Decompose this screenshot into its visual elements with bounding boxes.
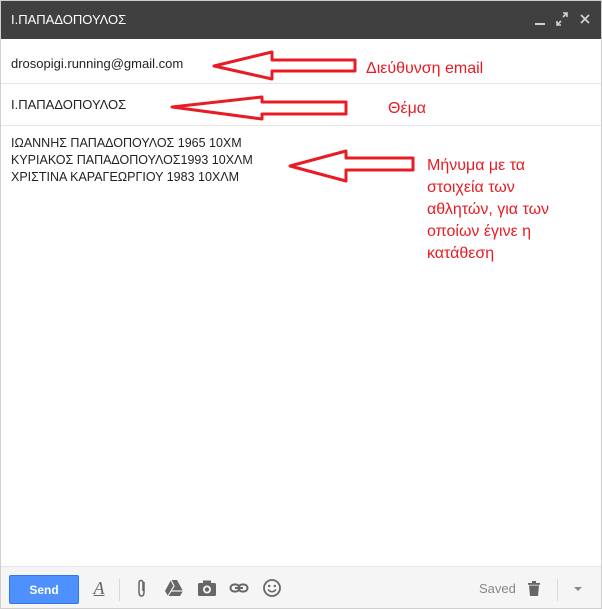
attach-icon[interactable] xyxy=(132,577,152,599)
toolbar-divider xyxy=(557,579,558,601)
toolbar-divider xyxy=(119,579,120,601)
format-text-icon[interactable]: A xyxy=(89,577,109,599)
window-title: Ι.ΠΑΠΑΔΟΠΟΥΛΟΣ xyxy=(11,12,127,27)
annotation-email: Διεύθυνση email xyxy=(366,60,484,77)
compose-window: Ι.ΠΑΠΑΔΟΠΟΥΛΟΣ drosopigi.running@gmail.c… xyxy=(0,0,602,609)
emoji-icon[interactable] xyxy=(262,577,282,599)
title-bar[interactable]: Ι.ΠΑΠΑΔΟΠΟΥΛΟΣ xyxy=(1,1,601,39)
body-line: ΚΥΡΙΑΚΟΣ ΠΑΠΑΔΟΠΟΥΛΟΣ1993 10ΧΛΜ xyxy=(11,153,253,167)
more-options-icon[interactable] xyxy=(568,577,588,599)
close-icon[interactable] xyxy=(577,10,593,28)
compose-toolbar: Send A Saved xyxy=(1,566,601,608)
link-icon[interactable] xyxy=(229,577,249,599)
body-line: ΙΩΑΝΝΗΣ ΠΑΠΑΔΟΠΟΥΛΟΣ 1965 10ΧΜ xyxy=(11,136,242,150)
subject-field[interactable]: Ι.ΠΑΠΑΔΟΠΟΥΛΟΣ xyxy=(1,85,601,126)
to-field[interactable]: drosopigi.running@gmail.com xyxy=(1,43,601,84)
annotation-subject: Θέμα xyxy=(388,100,427,117)
body-line: ΧΡΙΣΤΙΝΑ ΚΑΡΑΓΕΩΡΓΙΟΥ 1983 10ΧΛΜ xyxy=(11,170,240,184)
trash-icon[interactable] xyxy=(524,577,544,599)
expand-icon[interactable] xyxy=(554,10,570,28)
recipient-address[interactable]: drosopigi.running@gmail.com xyxy=(11,56,183,71)
saved-status: Saved xyxy=(479,581,516,596)
minimize-icon[interactable] xyxy=(532,10,548,28)
annotation-message: Μήνυμα με τα στοιχεία των αθλητών, για τ… xyxy=(427,157,550,262)
photo-icon[interactable] xyxy=(197,577,217,599)
send-button[interactable]: Send xyxy=(9,575,79,604)
subject-input[interactable]: Ι.ΠΑΠΑΔΟΠΟΥΛΟΣ xyxy=(11,97,126,112)
drive-icon[interactable] xyxy=(164,577,184,599)
